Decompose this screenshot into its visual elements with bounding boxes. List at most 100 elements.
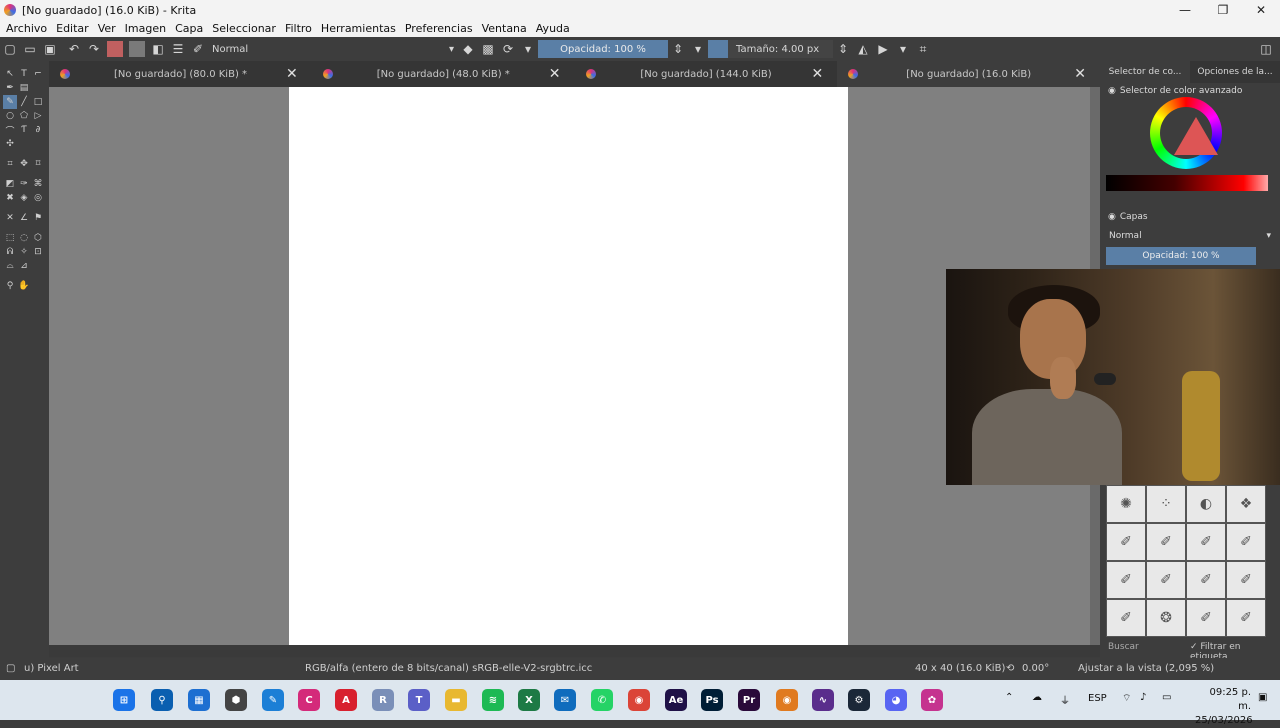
whatsapp-icon[interactable]: ✆	[591, 689, 613, 711]
wrap-around-icon[interactable]: ⌗	[913, 39, 933, 59]
close-button[interactable]: ✕	[1242, 0, 1280, 20]
fg-bg-colors-icon[interactable]: ◧	[148, 39, 168, 59]
dynamic-brush-icon[interactable]: ∂	[31, 123, 45, 137]
canvas-paper[interactable]	[289, 87, 848, 645]
zoom-tool-icon[interactable]: ⚲	[3, 279, 17, 293]
chevron-up-icon[interactable]: ⌃	[1005, 692, 1013, 703]
brush-preset[interactable]: ✐	[1226, 561, 1266, 599]
brush-preset[interactable]: ✐	[1226, 599, 1266, 637]
menu-capa[interactable]: Capa	[175, 22, 203, 35]
close-icon[interactable]: ✕	[549, 66, 561, 82]
brush-search-input[interactable]: Buscar	[1108, 642, 1139, 652]
polygon-select-icon[interactable]: ⬡	[31, 231, 45, 245]
brush-preset[interactable]: ✐	[1226, 523, 1266, 561]
similar-select-icon[interactable]: ⊡	[31, 245, 45, 259]
app-icon[interactable]: ⬢	[225, 689, 247, 711]
mic-icon[interactable]: ⏚	[1060, 692, 1070, 707]
brush-preset[interactable]: ✐	[1186, 561, 1226, 599]
clock[interactable]: 09:25 p. m. 25/03/2026	[1195, 686, 1253, 728]
line-tool-icon[interactable]: ╱	[17, 95, 31, 109]
ellipse-tool-icon[interactable]: ○	[3, 109, 17, 123]
layer-blend-select[interactable]: Normal ▾	[1106, 227, 1274, 245]
brush-preset[interactable]: ⁘	[1146, 485, 1186, 523]
blend-mode-select[interactable]: Normal ▾	[208, 40, 458, 58]
workspace-icon[interactable]: ◫	[1256, 39, 1276, 59]
new-document-icon[interactable]: ▢	[0, 39, 20, 59]
color-wheel[interactable]	[1150, 97, 1222, 169]
panel-lock-icon[interactable]: ◉	[1108, 86, 1116, 96]
brush-preset[interactable]: ◐	[1186, 485, 1226, 523]
zoom-level[interactable]: Ajustar a la vista (2,095 %)	[1078, 663, 1214, 674]
language-indicator[interactable]: ESP	[1088, 693, 1107, 704]
ellipse-select-icon[interactable]: ◌	[17, 231, 31, 245]
horizontal-scrollbar[interactable]	[49, 645, 1100, 657]
layer-opacity-slider[interactable]: Opacidad: 100 %	[1106, 247, 1256, 265]
pattern-swatch[interactable]	[129, 41, 145, 57]
document-tab[interactable]: [No guardado] (48.0 KiB) * ✕	[312, 61, 575, 87]
close-icon[interactable]: ✕	[812, 66, 824, 82]
bezier-select-icon[interactable]: ⌓	[3, 259, 17, 273]
brush-preset[interactable]: ✐	[1106, 523, 1146, 561]
teams-icon[interactable]: T	[408, 689, 430, 711]
chevron-down-icon[interactable]: ▾	[518, 39, 538, 59]
menu-editar[interactable]: Editar	[56, 22, 89, 35]
rect-select-icon[interactable]: ⬚	[3, 231, 17, 245]
brush-preset[interactable]: ✐	[1106, 599, 1146, 637]
color-picker-icon[interactable]: ✑	[17, 177, 31, 191]
battery-icon[interactable]: ▭	[1162, 692, 1171, 703]
menu-preferencias[interactable]: Preferencias	[405, 22, 473, 35]
color-triangle[interactable]	[1174, 117, 1218, 155]
spotify-icon[interactable]: ≋	[482, 689, 504, 711]
brush-preset[interactable]: ✐	[1106, 561, 1146, 599]
chrome-icon[interactable]: ◉	[628, 689, 650, 711]
maximize-button[interactable]: ❐	[1204, 0, 1242, 20]
tab-tool-options[interactable]: Opciones de la...	[1190, 61, 1280, 83]
brush-preset[interactable]: ✺	[1106, 485, 1146, 523]
chevron-down-icon[interactable]: ▾	[893, 39, 913, 59]
size-spin-icon[interactable]: ⇕	[833, 39, 853, 59]
cloud-icon[interactable]: ☁	[1032, 692, 1042, 703]
multibrush-icon[interactable]: ✣	[3, 137, 17, 151]
wifi-icon[interactable]: ⌔	[1122, 692, 1131, 705]
document-tab[interactable]: [No guardado] (80.0 KiB) * ✕	[49, 61, 312, 87]
document-tab-active[interactable]: [No guardado] (16.0 KiB) ✕	[837, 61, 1100, 87]
outlook-icon[interactable]: ✉	[554, 689, 576, 711]
krita-icon[interactable]: ✿	[921, 689, 943, 711]
panel-lock-icon[interactable]: ◉	[1108, 212, 1116, 222]
menu-ayuda[interactable]: Ayuda	[536, 22, 570, 35]
reference-tool-icon[interactable]: ⚑	[31, 211, 45, 225]
freehand-brush-icon[interactable]: ✎	[3, 95, 17, 109]
file-explorer-icon[interactable]: ▬	[445, 689, 467, 711]
brush-settings-icon[interactable]: ☰	[168, 39, 188, 59]
windows-start-icon[interactable]: ⊞	[113, 689, 135, 711]
redo-icon[interactable]: ↷	[84, 39, 104, 59]
transform-tool-icon[interactable]: ⌑	[31, 157, 45, 171]
steam-icon[interactable]: ⚙	[848, 689, 870, 711]
chrome-profile-icon[interactable]: ◉	[776, 689, 798, 711]
assistant-tool-icon[interactable]: ✕	[3, 211, 17, 225]
contiguous-select-icon[interactable]: ✧	[17, 245, 31, 259]
alpha-lock-icon[interactable]: ▩	[478, 39, 498, 59]
minimize-button[interactable]: —	[1166, 0, 1204, 20]
menu-ventana[interactable]: Ventana	[482, 22, 527, 35]
freehand-select-icon[interactable]: ᕱ	[3, 245, 17, 259]
brush-preset[interactable]: ❖	[1226, 485, 1266, 523]
search-icon[interactable]: ⚲	[151, 689, 173, 711]
text-tool-icon[interactable]: T	[17, 67, 31, 81]
brush-preset[interactable]: ✐	[1146, 523, 1186, 561]
acrobat-icon[interactable]: A	[335, 689, 357, 711]
wave-app-icon[interactable]: ∿	[812, 689, 834, 711]
rectangle-tool-icon[interactable]: □	[31, 95, 45, 109]
enclose-fill-icon[interactable]: ◎	[31, 191, 45, 205]
excel-icon[interactable]: X	[518, 689, 540, 711]
smart-patch-icon[interactable]: ✖	[3, 191, 17, 205]
color-history-strip[interactable]	[1106, 175, 1268, 191]
menu-herramientas[interactable]: Herramientas	[321, 22, 396, 35]
photoshop-icon[interactable]: Ps	[701, 689, 723, 711]
opacity-spin-icon[interactable]: ⇕	[668, 39, 688, 59]
pan-tool-icon[interactable]: ✋	[17, 279, 31, 293]
discord-icon[interactable]: ◕	[885, 689, 907, 711]
document-tab[interactable]: [No guardado] (144.0 KiB) ✕	[575, 61, 838, 87]
chevron-down-icon[interactable]: ▾	[688, 39, 708, 59]
edit-shape-icon[interactable]: ⌐	[31, 67, 45, 81]
